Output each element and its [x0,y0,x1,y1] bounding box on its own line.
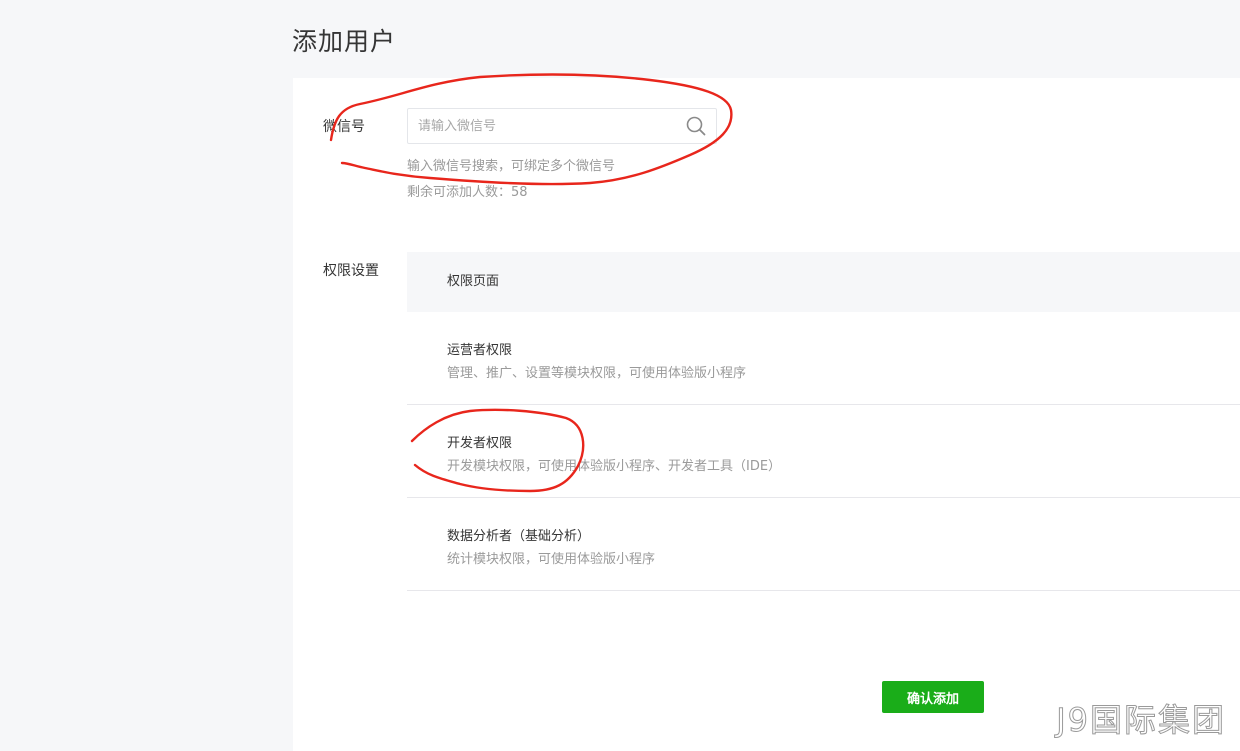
permission-desc: 开发模块权限，可使用体验版小程序、开发者工具（IDE） [447,459,782,474]
permission-operator[interactable]: 运营者权限 管理、推广、设置等模块权限，可使用体验版小程序 [407,312,1240,405]
search-icon[interactable] [686,116,706,136]
permission-desc: 管理、推广、设置等模块权限，可使用体验版小程序 [447,366,747,381]
permission-title: 开发者权限 [447,436,513,451]
confirm-add-button[interactable]: 确认添加 [882,681,984,713]
wechat-search-box [407,108,717,144]
wechat-hint: 输入微信号搜索，可绑定多个微信号 [407,159,616,174]
remaining-count: 剩余可添加人数：58 [407,185,528,200]
wechat-label: 微信号 [323,119,365,135]
permission-analyst[interactable]: 数据分析者（基础分析） 统计模块权限，可使用体验版小程序 [407,498,1240,591]
permission-developer[interactable]: 开发者权限 开发模块权限，可使用体验版小程序、开发者工具（IDE） [407,405,1240,498]
watermark: J9国际集团 [1056,701,1226,740]
wechat-search-input[interactable] [408,109,678,143]
permission-desc: 统计模块权限，可使用体验版小程序 [447,552,656,567]
page-title: 添加用户 [292,27,397,56]
permissions-header: 权限页面 [407,252,1240,312]
permissions-table: 权限页面 运营者权限 管理、推广、设置等模块权限，可使用体验版小程序 开发者权限… [407,252,1240,591]
permission-title: 运营者权限 [447,343,513,358]
permissions-label: 权限设置 [323,263,379,279]
permission-title: 数据分析者（基础分析） [447,529,591,544]
add-user-panel: 微信号 输入微信号搜索，可绑定多个微信号 剩余可添加人数：58 权限设置 权限页… [293,78,1240,751]
